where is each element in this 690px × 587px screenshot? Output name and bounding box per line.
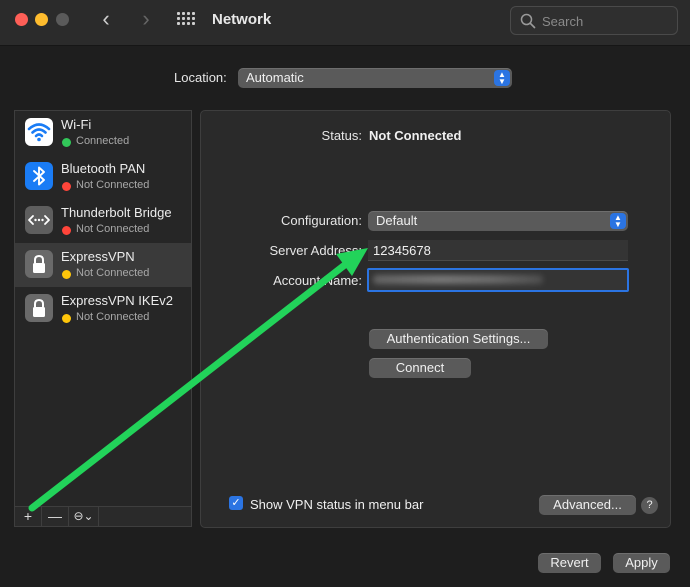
service-item-expressvpn-ikev2[interactable]: ExpressVPN IKEv2 Not Connected: [15, 287, 191, 331]
search-box[interactable]: [510, 6, 678, 35]
service-list-toolbar: + — ⊖⌄: [14, 506, 192, 527]
show-vpn-status-label: Show VPN status in menu bar: [250, 497, 424, 512]
service-status: Not Connected: [76, 223, 150, 235]
status-label: Status:: [321, 128, 362, 143]
service-item-bluetooth-pan[interactable]: Bluetooth PAN Not Connected: [15, 155, 191, 199]
wifi-icon: [25, 118, 53, 146]
service-detail-panel: [200, 110, 671, 528]
zoom-window-button[interactable]: [56, 13, 69, 26]
account-name-label: Account Name:: [273, 273, 362, 288]
service-name: ExpressVPN IKEv2: [61, 293, 173, 308]
authentication-settings-button[interactable]: Authentication Settings...: [369, 329, 548, 349]
service-name: Wi-Fi: [61, 117, 92, 132]
service-item-thunderbolt-bridge[interactable]: Thunderbolt Bridge Not Connected: [15, 199, 191, 243]
configuration-label: Configuration:: [281, 213, 362, 228]
server-address-label: Server Address:: [269, 243, 363, 258]
location-popup[interactable]: Automatic ▲ ▼: [238, 68, 512, 88]
service-status: Not Connected: [76, 311, 150, 323]
status-dot: [62, 270, 71, 279]
location-value: Automatic: [246, 70, 304, 85]
server-address-field[interactable]: 12345678: [368, 240, 628, 261]
thunderbolt-bridge-icon: [25, 206, 53, 234]
status-value: Not Connected: [369, 128, 462, 143]
add-service-button[interactable]: +: [15, 507, 42, 526]
back-arrow-icon[interactable]: ‹: [96, 8, 116, 31]
redacted-account-name: [373, 275, 543, 284]
lock-icon: [25, 250, 53, 278]
service-name: Thunderbolt Bridge: [61, 205, 172, 220]
popup-stepper-icon: ▲ ▼: [494, 70, 510, 86]
service-item-wifi[interactable]: Wi-Fi Connected: [15, 111, 191, 155]
close-window-button[interactable]: [15, 13, 28, 26]
service-name: Bluetooth PAN: [61, 161, 146, 176]
bluetooth-icon: [25, 162, 53, 190]
search-input[interactable]: [542, 11, 672, 31]
help-button[interactable]: ?: [641, 497, 658, 514]
server-address-value: 12345678: [373, 243, 431, 258]
status-dot: [62, 138, 71, 147]
service-name: ExpressVPN: [61, 249, 135, 264]
connect-button[interactable]: Connect: [369, 358, 471, 378]
forward-arrow-icon[interactable]: ›: [136, 8, 156, 31]
status-dot: [62, 314, 71, 323]
status-dot: [62, 182, 71, 191]
service-list: Wi-Fi Connected Bluetooth PAN Not Connec…: [14, 110, 192, 507]
title-bar: ‹ › Network: [0, 0, 690, 46]
remove-service-button[interactable]: —: [42, 507, 69, 526]
apply-button[interactable]: Apply: [613, 553, 670, 573]
service-status: Not Connected: [76, 267, 150, 279]
show-vpn-status-checkbox[interactable]: ✓: [229, 496, 243, 510]
window-title: Network: [212, 11, 272, 28]
service-status: Not Connected: [76, 179, 150, 191]
minimize-window-button[interactable]: [35, 13, 48, 26]
revert-button[interactable]: Revert: [538, 553, 601, 573]
configuration-value: Default: [376, 213, 418, 228]
status-dot: [62, 226, 71, 235]
advanced-button[interactable]: Advanced...: [539, 495, 636, 515]
lock-icon: [25, 294, 53, 322]
configuration-popup[interactable]: Default ▲ ▼: [368, 211, 628, 231]
action-menu-button[interactable]: ⊖⌄: [69, 507, 99, 526]
search-icon: [520, 13, 536, 29]
location-label: Location:: [174, 70, 227, 85]
account-name-field[interactable]: [367, 268, 629, 292]
service-status: Connected: [76, 135, 130, 147]
popup-stepper-icon: ▲ ▼: [610, 213, 626, 229]
service-item-expressvpn[interactable]: ExpressVPN Not Connected: [15, 243, 191, 287]
show-all-grid-icon[interactable]: [177, 12, 195, 28]
